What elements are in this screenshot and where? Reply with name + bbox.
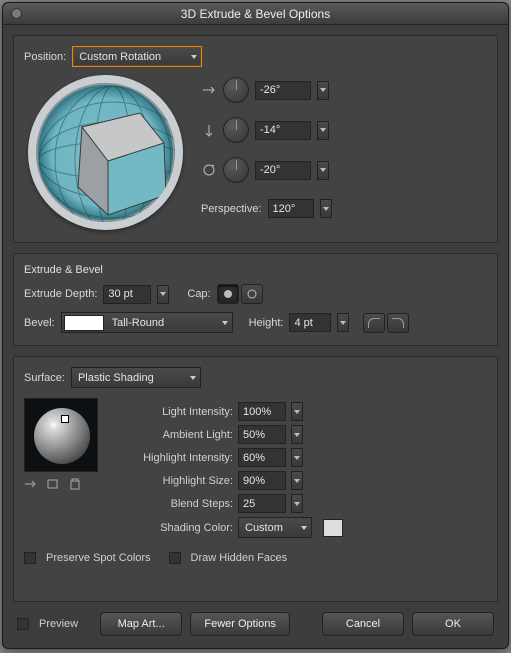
shading-color-label: Shading Color: — [118, 522, 233, 534]
extrude-section-title: Extrude & Bevel — [24, 264, 487, 276]
x-rotation-input[interactable]: -26° — [255, 81, 311, 100]
trackball-cube — [36, 83, 183, 230]
cap-toggle — [217, 284, 263, 304]
cap-solid-icon — [222, 288, 234, 300]
light-intensity-label: Light Intensity: — [118, 406, 233, 418]
dialog-footer: Preview Map Art... Fewer Options Cancel … — [13, 612, 498, 640]
position-preset-value: Custom Rotation — [79, 51, 161, 63]
light-intensity-input[interactable]: 100% — [238, 402, 286, 421]
bevel-in-icon — [392, 318, 404, 328]
light-preview[interactable] — [24, 398, 98, 472]
dialog-3d-extrude-bevel: 3D Extrude & Bevel Options Position: Cus… — [2, 2, 509, 649]
extrude-depth-input[interactable]: 30 pt — [103, 285, 151, 304]
perspective-input[interactable]: 120° — [268, 199, 314, 218]
y-rotation-dial[interactable] — [223, 117, 249, 143]
titlebar[interactable]: 3D Extrude & Bevel Options — [3, 3, 508, 25]
position-panel: Position: Custom Rotation — [13, 35, 498, 243]
map-art-button[interactable]: Map Art... — [100, 612, 182, 636]
cancel-button[interactable]: Cancel — [322, 612, 404, 636]
preview-label: Preview — [39, 618, 78, 630]
extrude-bevel-panel: Extrude & Bevel Extrude Depth: 30 pt Cap… — [13, 253, 498, 346]
z-axis-icon — [201, 163, 217, 177]
bevel-height-stepper[interactable] — [337, 313, 349, 332]
blend-steps-label: Blend Steps: — [118, 498, 233, 510]
z-rotation-stepper[interactable] — [317, 161, 329, 180]
cap-hollow-icon — [246, 288, 258, 300]
blend-steps-input[interactable]: 25 — [238, 494, 286, 513]
shading-color-combo[interactable]: Custom — [238, 517, 312, 538]
delete-light-icon[interactable] — [68, 478, 82, 490]
surface-value: Plastic Shading — [78, 372, 154, 384]
preserve-spot-checkbox[interactable]: Preserve Spot Colors — [24, 552, 151, 564]
shading-color-well[interactable] — [323, 519, 343, 537]
checkbox-icon — [169, 552, 181, 564]
preserve-spot-label: Preserve Spot Colors — [46, 552, 151, 564]
dialog-title: 3D Extrude & Bevel Options — [181, 7, 330, 21]
bevel-out-button[interactable] — [363, 313, 385, 333]
bevel-height-label: Height: — [249, 317, 284, 329]
light-intensity-stepper[interactable] — [291, 402, 303, 421]
cap-on-button[interactable] — [217, 284, 239, 304]
position-preset-combo[interactable]: Custom Rotation — [72, 46, 202, 67]
preview-checkbox[interactable]: Preview — [17, 618, 78, 630]
highlight-intensity-label: Highlight Intensity: — [118, 452, 233, 464]
close-button[interactable] — [11, 8, 22, 19]
position-label: Position: — [24, 51, 66, 63]
rotation-trackball[interactable] — [28, 75, 183, 230]
bevel-height-input[interactable]: 4 pt — [289, 313, 331, 332]
bevel-in-button[interactable] — [387, 313, 409, 333]
cap-off-button[interactable] — [241, 284, 263, 304]
ambient-light-label: Ambient Light: — [118, 429, 233, 441]
surface-panel: Surface: Plastic Shading — [13, 356, 498, 602]
light-handle[interactable] — [61, 415, 69, 423]
checkbox-icon — [24, 552, 36, 564]
bevel-label: Bevel: — [24, 317, 55, 329]
bevel-combo[interactable]: Tall-Round — [61, 312, 233, 333]
x-axis-icon — [201, 83, 217, 97]
hidden-faces-label: Draw Hidden Faces — [191, 552, 288, 564]
ok-button[interactable]: OK — [412, 612, 494, 636]
perspective-stepper[interactable] — [320, 199, 332, 218]
bevel-out-icon — [368, 318, 380, 328]
y-rotation-stepper[interactable] — [317, 121, 329, 140]
move-light-back-icon[interactable] — [24, 478, 38, 490]
y-rotation-input[interactable]: -14° — [255, 121, 311, 140]
bevel-direction-toggle — [363, 313, 409, 333]
z-rotation-dial[interactable] — [223, 157, 249, 183]
ambient-light-input[interactable]: 50% — [238, 425, 286, 444]
extrude-depth-stepper[interactable] — [157, 285, 169, 304]
blend-steps-stepper[interactable] — [291, 494, 303, 513]
perspective-label: Perspective: — [201, 203, 262, 215]
highlight-size-stepper[interactable] — [291, 471, 303, 490]
y-axis-icon — [201, 123, 217, 137]
z-rotation-input[interactable]: -20° — [255, 161, 311, 180]
ambient-light-stepper[interactable] — [291, 425, 303, 444]
highlight-intensity-stepper[interactable] — [291, 448, 303, 467]
x-rotation-stepper[interactable] — [317, 81, 329, 100]
bevel-value: Tall-Round — [112, 317, 165, 329]
highlight-size-input[interactable]: 90% — [238, 471, 286, 490]
cap-label: Cap: — [187, 288, 210, 300]
extrude-depth-label: Extrude Depth: — [24, 288, 97, 300]
fewer-options-button[interactable]: Fewer Options — [190, 612, 290, 636]
hidden-faces-checkbox[interactable]: Draw Hidden Faces — [169, 552, 288, 564]
x-rotation-dial[interactable] — [223, 77, 249, 103]
highlight-size-label: Highlight Size: — [118, 475, 233, 487]
surface-combo[interactable]: Plastic Shading — [71, 367, 201, 388]
new-light-icon[interactable] — [46, 478, 60, 490]
highlight-intensity-input[interactable]: 60% — [238, 448, 286, 467]
surface-label: Surface: — [24, 372, 65, 384]
bevel-preview-swatch — [64, 315, 104, 331]
checkbox-icon — [17, 618, 29, 630]
shading-color-value: Custom — [245, 522, 283, 534]
